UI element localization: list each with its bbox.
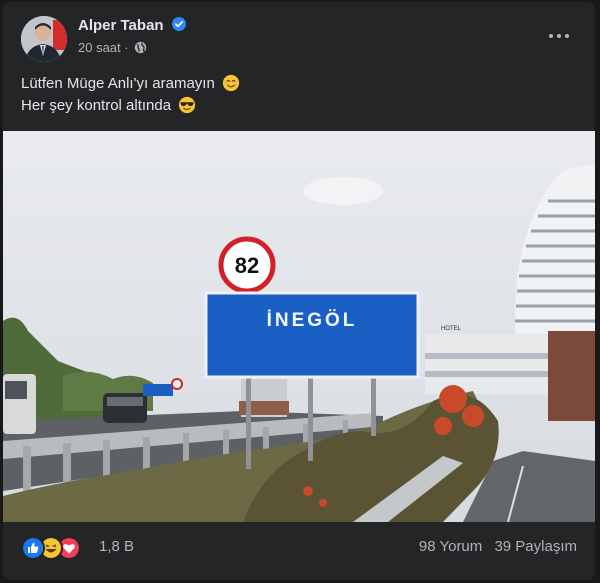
verified-badge-icon <box>171 17 186 31</box>
smiling-face-emoji-icon <box>222 74 240 92</box>
speed-limit-sign: 82 <box>218 236 276 294</box>
post-header: Alper Taban 20 saat · <box>21 14 595 64</box>
dot-icon <box>557 34 561 38</box>
post-text: Lütfen Müge Anlı'yı aramayın Her şey kon… <box>21 73 577 117</box>
post-text-line: Her şey kontrol altında <box>21 95 577 117</box>
reaction-count[interactable]: 1,8 B <box>99 538 134 555</box>
globe-icon <box>135 41 147 54</box>
city-sign: İNEGÖL <box>204 291 420 379</box>
more-options-button[interactable] <box>541 24 577 48</box>
dot-icon <box>549 34 553 38</box>
hotel-label: HOTEL <box>441 326 462 332</box>
like-icon <box>21 536 45 560</box>
reactions-bar: 1,8 B 98 Yorum 39 Paylaşım <box>21 533 577 561</box>
dot-icon <box>565 34 569 38</box>
comments-count[interactable]: 98 Yorum <box>419 538 482 555</box>
post-text-line: Lütfen Müge Anlı'yı aramayın <box>21 73 577 95</box>
post-stats: 98 Yorum 39 Paylaşım <box>411 538 577 555</box>
sunglasses-emoji-icon <box>179 96 196 114</box>
post-photo[interactable]: HOTEL 82 İNEGÖL <box>3 131 595 522</box>
author-name-label[interactable]: Alper Taban <box>78 17 164 34</box>
city-name: İNEGÖL <box>267 310 358 331</box>
avatar[interactable] <box>21 16 67 62</box>
shares-count[interactable]: 39 Paylaşım <box>494 538 577 555</box>
post-time[interactable]: 20 saat <box>78 40 121 55</box>
author-name[interactable]: Alper Taban <box>78 17 186 34</box>
post-card: Alper Taban 20 saat · Lütfen Müge Anlı'y… <box>3 2 595 580</box>
post-meta: 20 saat · <box>78 40 147 55</box>
speed-limit-value: 82 <box>235 253 259 278</box>
